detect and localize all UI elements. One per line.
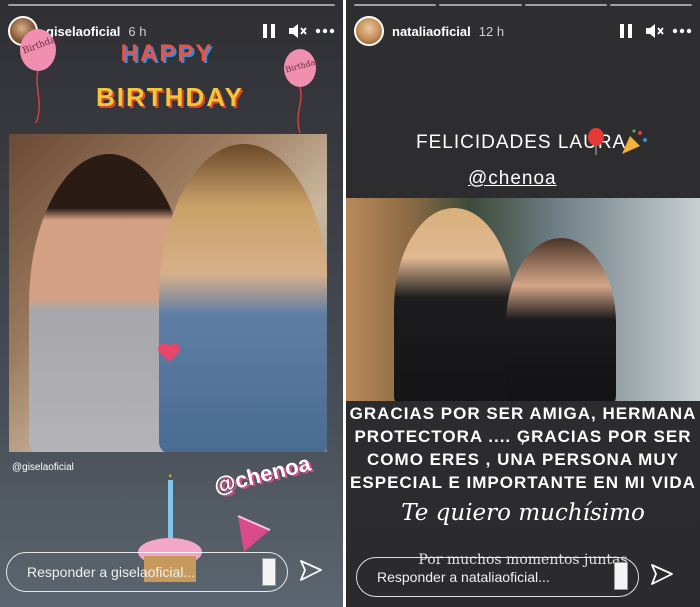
story-progress-bar — [8, 4, 335, 6]
happy-text: HAPPY — [120, 40, 214, 67]
party-popper-icon — [622, 129, 647, 154]
mention-text[interactable]: @chenoa — [468, 168, 557, 190]
heart-icon — [158, 343, 180, 362]
story-photo — [9, 134, 327, 452]
post-time: 6 h — [128, 23, 147, 39]
post-time: 12 h — [478, 23, 505, 39]
balloon-icon — [588, 128, 604, 155]
scroll-stepper[interactable] — [262, 558, 276, 586]
username[interactable]: nataliaoficial — [392, 24, 471, 39]
story-progress-bar — [354, 4, 692, 6]
more-icon[interactable] — [315, 21, 335, 41]
pause-icon[interactable] — [616, 21, 636, 41]
story-header: nataliaoficial 12 h — [354, 14, 692, 48]
photo-credit: @giselaoficial — [12, 462, 74, 473]
caption-line: PROTECTORA .... GRACIAS POR SER — [354, 427, 692, 446]
scroll-stepper[interactable] — [614, 562, 628, 590]
caption-line: COMO ERES , UNA PERSONA MUY — [367, 450, 679, 469]
mention-sticker[interactable]: @chenoa — [211, 450, 313, 499]
mute-icon[interactable] — [287, 21, 307, 41]
avatar[interactable] — [354, 16, 384, 46]
story-photo — [346, 198, 700, 401]
send-icon[interactable] — [649, 562, 675, 588]
more-icon[interactable] — [672, 21, 692, 41]
caption-line: ESPECIAL E IMPORTANTE EN MI VIDA — [350, 473, 696, 492]
script-text: Te quiero muchísimo — [401, 500, 645, 526]
party-hat-icon — [237, 515, 271, 552]
reply-bar[interactable] — [6, 552, 288, 592]
story-panel-right[interactable]: nataliaoficial 12 h FELICIDADES LAURA @c… — [346, 0, 700, 607]
pause-icon[interactable] — [259, 21, 279, 41]
reply-input[interactable] — [25, 563, 229, 581]
mute-icon[interactable] — [644, 21, 664, 41]
reply-input[interactable] — [375, 568, 579, 586]
send-icon[interactable] — [298, 558, 324, 584]
story-panel-left[interactable]: giselaoficial 6 h Birthday Birthday HAPP… — [0, 0, 343, 607]
birthday-text: BIRTHDAY — [96, 82, 244, 112]
reply-bar[interactable] — [356, 557, 639, 597]
